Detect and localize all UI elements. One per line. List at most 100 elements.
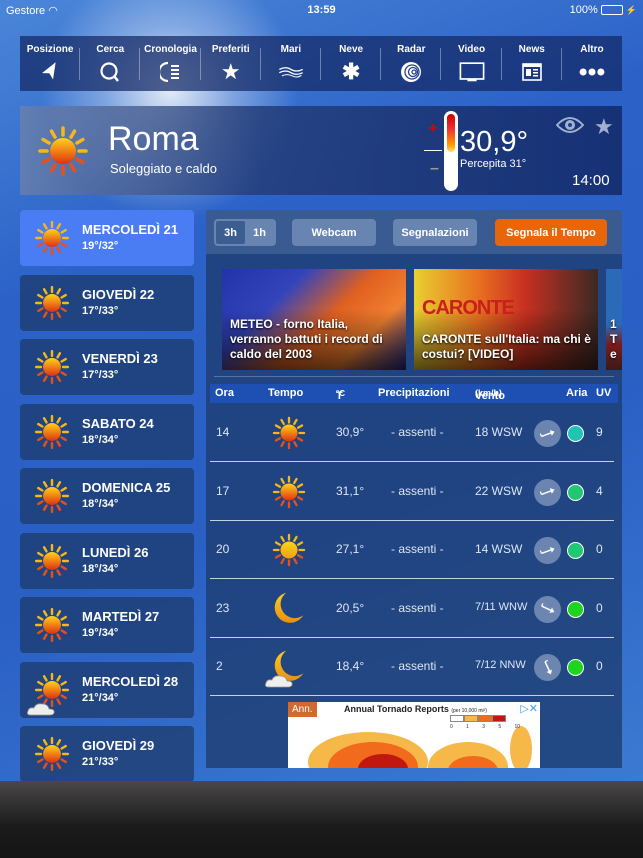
col-hour: Ora <box>215 387 234 399</box>
thermometer-mark <box>424 150 442 151</box>
day-item[interactable]: MERCOLEDÌ 21 19°/32° <box>20 210 194 266</box>
day-item[interactable]: GIOVEDÌ 29 21°/33° <box>20 726 194 781</box>
thermometer-icon <box>444 111 458 191</box>
hourly-table-header: Ora Tempo T °C Precipitazioni Vento (km/h… <box>210 384 618 403</box>
day-item[interactable]: LUNEDÌ 26 18°/34° <box>20 532 194 589</box>
sun-icon <box>32 347 72 392</box>
toolbar-altro[interactable]: Altro <box>562 36 622 91</box>
wind-direction-icon <box>534 595 561 623</box>
day-temp-range: 21°/33° <box>82 756 119 768</box>
toolbar-label: Radar <box>397 44 426 55</box>
hourly-row[interactable]: 20 27,1° - assenti - 14 WSW 0 <box>210 521 618 579</box>
forecast-time: 14:00 <box>572 172 610 189</box>
interval-3h-button[interactable]: 3h <box>216 221 245 244</box>
charging-icon: ⚡ <box>625 4 637 15</box>
day-temp-range: 18°/34° <box>82 498 119 510</box>
hourly-row[interactable]: 14 30,9° - assenti - 18 WSW 9 <box>210 404 618 462</box>
day-temp-range: 21°/34° <box>82 691 119 704</box>
reports-button[interactable]: Segnalazioni <box>393 219 477 246</box>
perceived-temperature: Percepita 31° <box>460 158 527 170</box>
toolbar-news[interactable]: News <box>502 36 563 91</box>
col-temp: T °C <box>336 387 345 402</box>
day-name: MARTEDÌ 27 <box>82 609 160 624</box>
col-uv: UV <box>596 387 612 399</box>
night-cloudy-icon <box>265 648 306 688</box>
wind-direction-icon <box>534 420 561 447</box>
col-precip: Precipitazioni <box>378 387 450 399</box>
location-arrow-icon <box>37 61 63 83</box>
news-image-text: CARONTE <box>422 297 515 319</box>
ad-title-text: Annual Tornado Reports <box>344 704 449 714</box>
wind-direction-icon <box>534 654 561 681</box>
day-name: MERCOLEDÌ 28 <box>82 673 179 689</box>
ad-legend <box>450 715 506 722</box>
row-uv: 0 <box>596 542 603 556</box>
row-hour: 17 <box>216 483 230 498</box>
row-temp: 27,1° <box>336 542 365 556</box>
day-item[interactable]: MERCOLEDÌ 28 21°/34° <box>20 661 194 718</box>
eye-icon[interactable] <box>555 116 585 139</box>
day-temp-range: 19°/32° <box>82 240 119 252</box>
ad-legend-value: 10 <box>514 724 520 730</box>
advertisement[interactable]: Ann. Annual Tornado Reports (per 10,000 … <box>288 702 540 768</box>
waves-icon <box>278 61 304 83</box>
row-temp: 31,1° <box>336 483 365 498</box>
toolbar-posizione[interactable]: Posizione <box>20 36 81 91</box>
sun-icon <box>32 283 72 328</box>
sun-icon <box>270 531 308 572</box>
news-title: 1 T e <box>610 317 618 361</box>
hourly-row[interactable]: 2 18,4° - assenti - 7/12 NNW 0 <box>210 638 618 696</box>
air-quality-indicator <box>567 659 584 676</box>
row-temp: 18,4° <box>336 659 365 673</box>
day-item[interactable]: SABATO 24 18°/34° <box>20 403 194 460</box>
favorite-star-icon[interactable]: ★ <box>594 114 614 140</box>
row-hour: 14 <box>216 425 230 439</box>
day-item[interactable]: MARTEDÌ 27 19°/34° <box>20 597 194 653</box>
weather-description: Soleggiato e caldo <box>110 161 217 176</box>
toolbar-video[interactable]: Video <box>441 36 502 91</box>
row-hour: 2 <box>216 659 223 673</box>
news-card[interactable]: METEO - forno Italia, verranno battuti i… <box>222 269 406 370</box>
day-name: GIOVEDÌ 22 <box>82 286 155 302</box>
day-item[interactable]: GIOVEDÌ 22 17°/33° <box>20 274 194 331</box>
ad-legend-value: 1 <box>466 724 469 730</box>
day-name: LUNEDÌ 26 <box>82 544 149 560</box>
hourly-row[interactable]: 23 20,5° - assenti - 7/11 WNW 0 <box>210 580 618 638</box>
star-icon: ★ <box>220 59 241 84</box>
row-precip: - assenti - <box>391 659 444 673</box>
row-precip: - assenti - <box>391 425 444 439</box>
partly-cloudy-icon <box>27 670 72 715</box>
ad-close-icon[interactable]: ▷✕ <box>520 702 538 715</box>
toolbar-neve[interactable]: Neve ✱ <box>321 36 382 91</box>
app-screen: Gestore ◠ 13:59 100% ⚡ Posizione Cerca Cr… <box>0 0 643 781</box>
toolbar-label: News <box>518 44 545 55</box>
report-weather-button[interactable]: Segnala il Tempo <box>495 219 607 246</box>
search-icon <box>97 61 123 83</box>
news-card[interactable]: CARONTE CARONTE sull'Italia: ma chi è cos… <box>414 269 598 370</box>
webcam-button[interactable]: Webcam <box>292 219 376 246</box>
toolbar-cerca[interactable]: Cerca <box>80 36 141 91</box>
hourly-row[interactable]: 17 31,1° - assenti - 22 WSW 4 <box>210 463 618 521</box>
row-wind: 7/11 WNW <box>475 600 528 613</box>
toolbar-preferiti[interactable]: Preferiti ★ <box>201 36 262 91</box>
interval-1h-button[interactable]: 1h <box>245 221 274 244</box>
battery-status: 100% ⚡ <box>570 4 637 16</box>
sun-icon <box>270 414 308 455</box>
toolbar-mari[interactable]: Mari <box>261 36 322 91</box>
day-name: VENERDÌ 23 <box>82 351 158 366</box>
toolbar-cronologia[interactable]: Cronologia <box>140 36 201 91</box>
row-wind: 18 WSW <box>475 425 523 439</box>
day-item[interactable]: VENERDÌ 23 17°/33° <box>20 339 194 395</box>
toolbar-radar[interactable]: Radar <box>381 36 442 91</box>
wind-direction-icon <box>534 478 561 506</box>
day-temp-range: 17°/33° <box>82 369 119 381</box>
sun-icon <box>34 122 92 185</box>
day-item[interactable]: DOMENICA 25 18°/34° <box>20 468 194 524</box>
toolbar-label: Cronologia <box>144 44 197 55</box>
clock: 13:59 <box>307 4 336 16</box>
row-wind: 14 WSW <box>475 542 523 556</box>
panel-tabs: 3h 1h Webcam Segnalazioni Segnala il Tem… <box>206 210 622 254</box>
sun-icon <box>32 218 72 263</box>
news-card[interactable]: 1 T e <box>606 269 622 370</box>
row-precip: - assenti - <box>391 542 444 556</box>
